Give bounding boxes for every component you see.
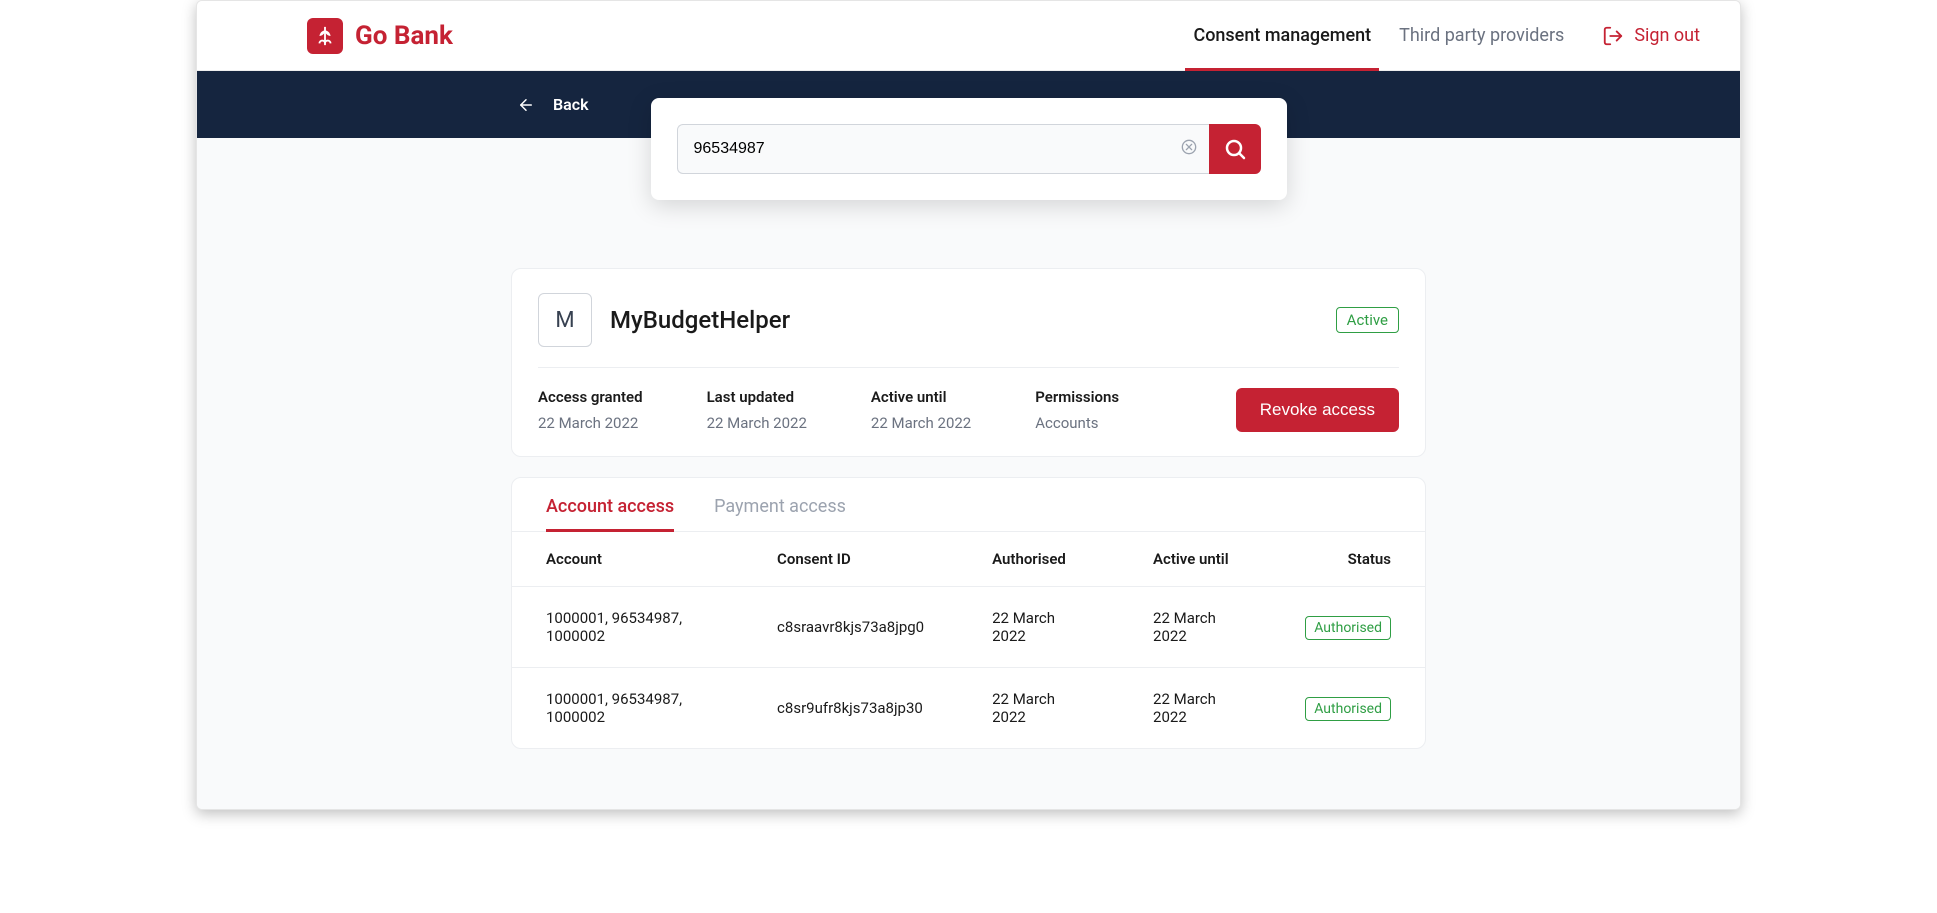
col-authorised: Authorised <box>958 532 1119 587</box>
brand[interactable]: Go Bank <box>307 18 453 54</box>
search-card <box>651 98 1287 200</box>
status-badge: Authorised <box>1305 616 1391 640</box>
back-label: Back <box>553 95 589 114</box>
brand-name: Go Bank <box>355 21 453 51</box>
cell-active-until: 22 March 2022 <box>1119 668 1271 749</box>
col-status: Status <box>1271 532 1425 587</box>
back-button[interactable]: Back <box>517 95 589 114</box>
cell-status: Authorised <box>1271 668 1425 749</box>
col-active-until: Active until <box>1119 532 1271 587</box>
status-badge: Active <box>1336 307 1399 333</box>
cell-account: 1000001, 96534987, 1000002 <box>512 587 743 668</box>
cell-authorised: 22 March 2022 <box>958 668 1119 749</box>
status-badge: Authorised <box>1305 697 1391 721</box>
meta-active-until-value: 22 March 2022 <box>871 414 971 432</box>
nav-third-party-providers[interactable]: Third party providers <box>1399 1 1564 70</box>
brand-logo-icon <box>307 18 343 54</box>
clear-search-icon[interactable] <box>1181 139 1197 159</box>
table-row[interactable]: 1000001, 96534987, 1000002 c8sr9ufr8kjs7… <box>512 668 1425 749</box>
provider-name: MyBudgetHelper <box>610 306 790 334</box>
meta-last-updated-label: Last updated <box>707 388 807 406</box>
meta-access-granted-label: Access granted <box>538 388 643 406</box>
meta-active-until-label: Active until <box>871 388 971 406</box>
col-account: Account <box>512 532 743 587</box>
cell-active-until: 22 March 2022 <box>1119 587 1271 668</box>
nav-consent-management[interactable]: Consent management <box>1193 1 1371 70</box>
top-bar: Go Bank Consent management Third party p… <box>197 1 1740 71</box>
tab-payment-access[interactable]: Payment access <box>714 496 846 531</box>
access-table: Account Consent ID Authorised Active unt… <box>512 531 1425 748</box>
sign-out-button[interactable]: Sign out <box>1602 25 1700 47</box>
col-consent-id: Consent ID <box>743 532 958 587</box>
meta-access-granted-value: 22 March 2022 <box>538 414 643 432</box>
meta-permissions-label: Permissions <box>1035 388 1119 406</box>
cell-authorised: 22 March 2022 <box>958 587 1119 668</box>
meta-permissions-value: Accounts <box>1035 414 1119 432</box>
meta-last-updated-value: 22 March 2022 <box>707 414 807 432</box>
cell-account: 1000001, 96534987, 1000002 <box>512 668 743 749</box>
search-icon <box>1223 137 1247 161</box>
provider-avatar: M <box>538 293 592 347</box>
cell-status: Authorised <box>1271 587 1425 668</box>
search-button[interactable] <box>1209 124 1261 174</box>
cell-consent-id: c8sraavr8kjs73a8jpg0 <box>743 587 958 668</box>
top-nav: Consent management Third party providers… <box>1193 1 1700 70</box>
arrow-left-icon <box>517 96 535 114</box>
access-card: Account access Payment access Account Co… <box>511 477 1426 749</box>
revoke-access-button[interactable]: Revoke access <box>1236 388 1399 432</box>
provider-card: M MyBudgetHelper Active Access granted 2… <box>511 268 1426 457</box>
sign-out-label: Sign out <box>1634 25 1700 46</box>
cell-consent-id: c8sr9ufr8kjs73a8jp30 <box>743 668 958 749</box>
sign-out-icon <box>1602 25 1624 47</box>
table-row[interactable]: 1000001, 96534987, 1000002 c8sraavr8kjs7… <box>512 587 1425 668</box>
search-input[interactable] <box>677 124 1209 174</box>
tab-account-access[interactable]: Account access <box>546 496 674 531</box>
